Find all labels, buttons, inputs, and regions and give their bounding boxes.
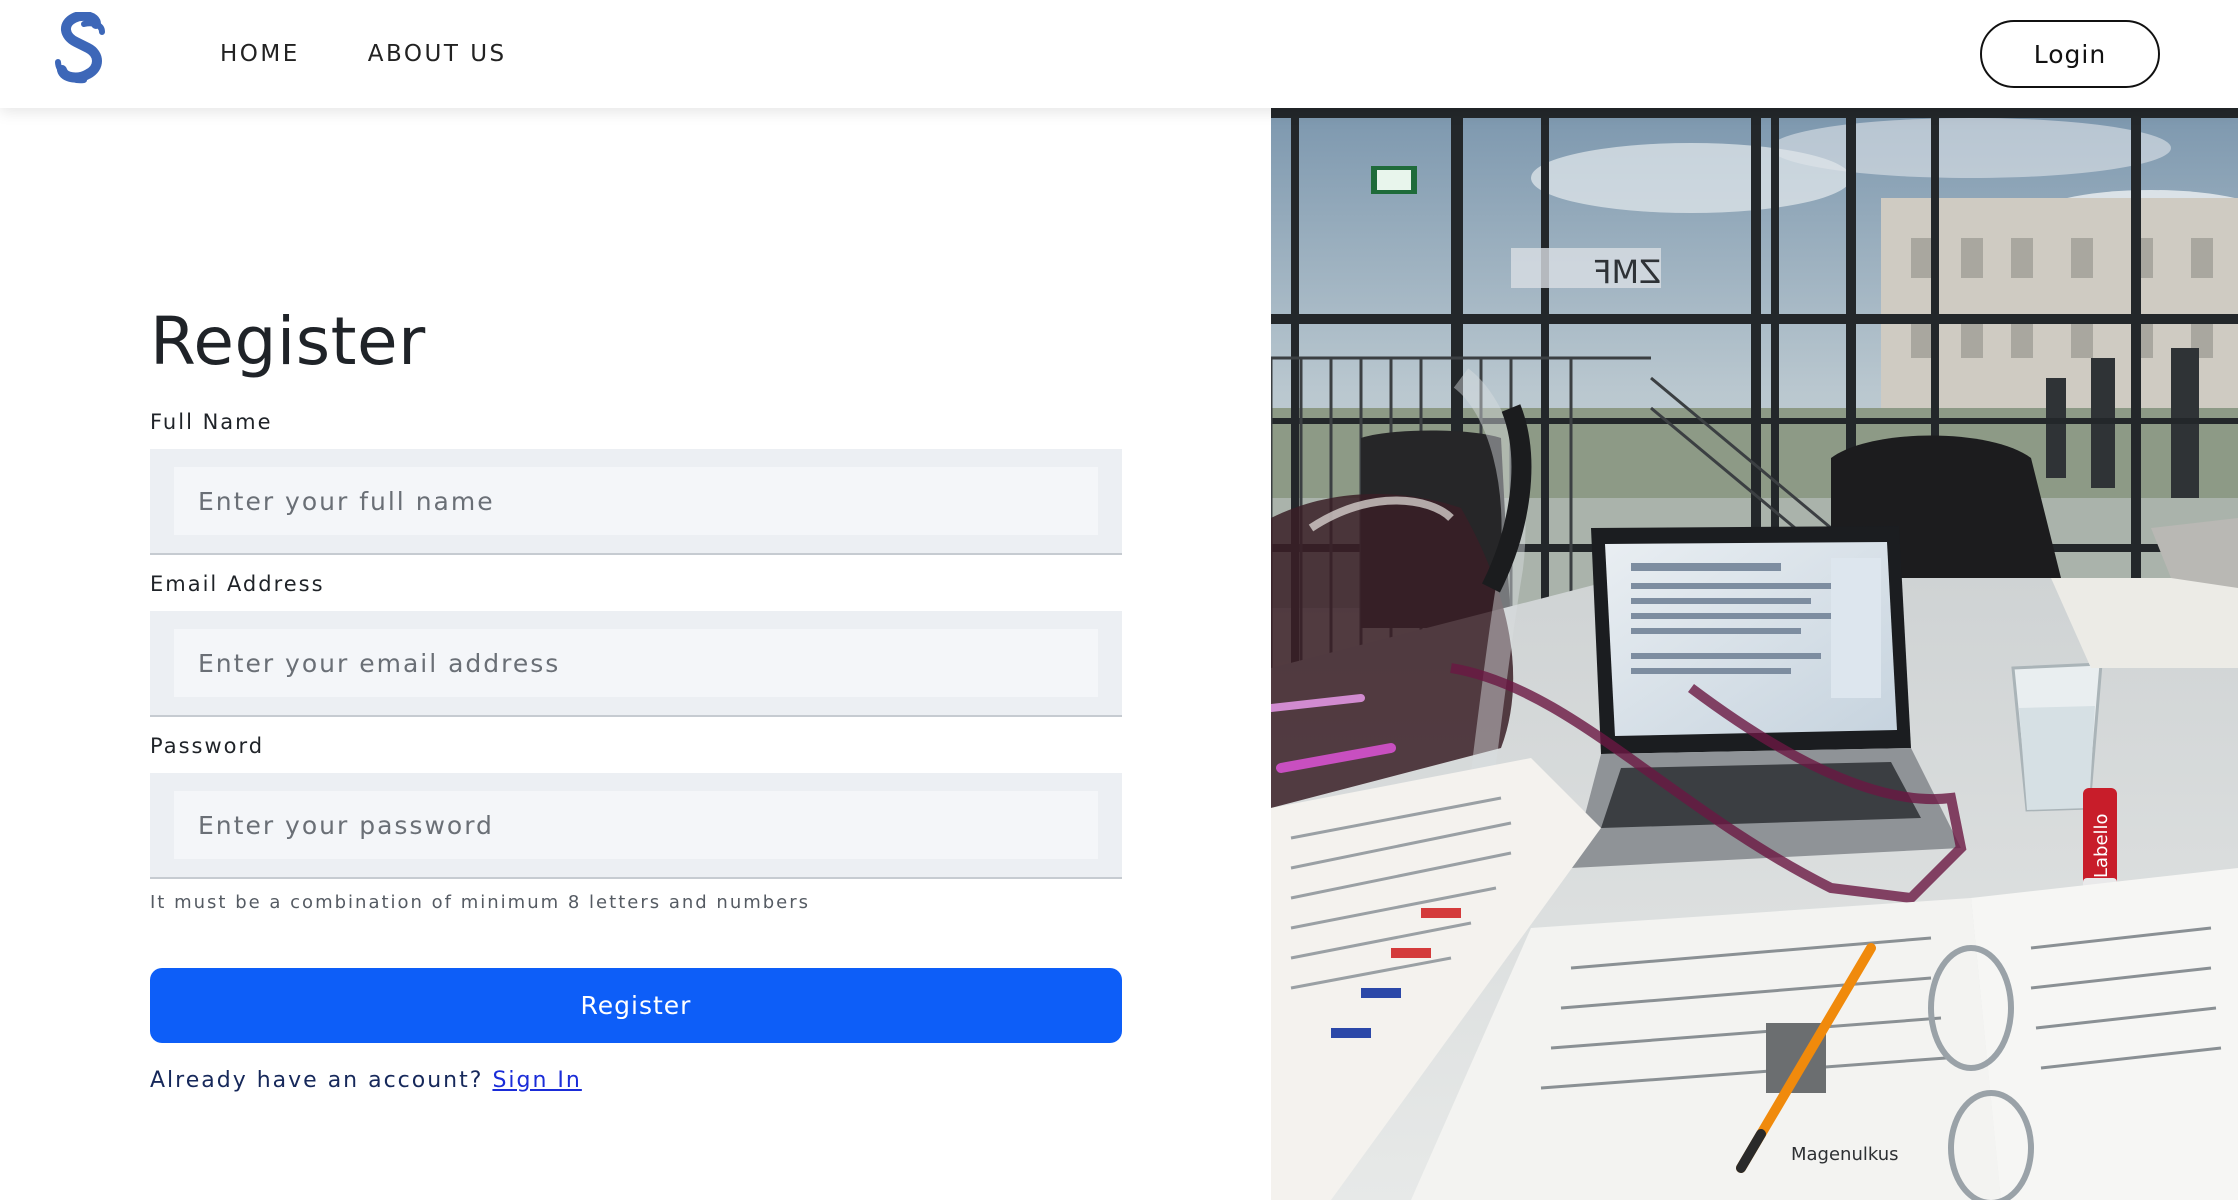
full-name-input[interactable] [174, 467, 1098, 535]
email-input[interactable] [174, 629, 1098, 697]
password-hint: It must be a combination of minimum 8 le… [150, 892, 811, 913]
lip-balm-label: Labello [2091, 813, 2112, 878]
password-field-wrapper [150, 773, 1122, 879]
top-navbar: HOME ABOUT US Login [0, 0, 2238, 108]
signin-link[interactable]: Sign In [492, 1068, 581, 1093]
password-label: Password [150, 734, 265, 758]
svg-text:ZMF: ZMF [1593, 253, 1661, 291]
nav-about-link[interactable]: ABOUT US [368, 41, 507, 67]
full-name-label: Full Name [150, 410, 273, 434]
signin-prompt: Already have an account? Sign In [150, 1068, 582, 1093]
study-desk-photo: ZMF Labello Magenulkus [1271, 108, 2238, 1200]
email-field-wrapper [150, 611, 1122, 717]
register-button[interactable]: Register [150, 968, 1122, 1043]
study-desk-illustration: ZMF Labello Magenulkus [1271, 108, 2238, 1200]
signin-prompt-text: Already have an account? [150, 1068, 484, 1093]
page-title: Register [150, 303, 426, 380]
full-name-field-wrapper [150, 449, 1122, 555]
main-nav: HOME ABOUT US [220, 0, 507, 108]
logo-icon[interactable] [52, 12, 112, 90]
nav-home-link[interactable]: HOME [220, 41, 300, 67]
notes-caption: Magenulkus [1791, 1144, 1899, 1165]
login-button[interactable]: Login [1980, 20, 2160, 88]
email-label: Email Address [150, 572, 325, 596]
password-input[interactable] [174, 791, 1098, 859]
